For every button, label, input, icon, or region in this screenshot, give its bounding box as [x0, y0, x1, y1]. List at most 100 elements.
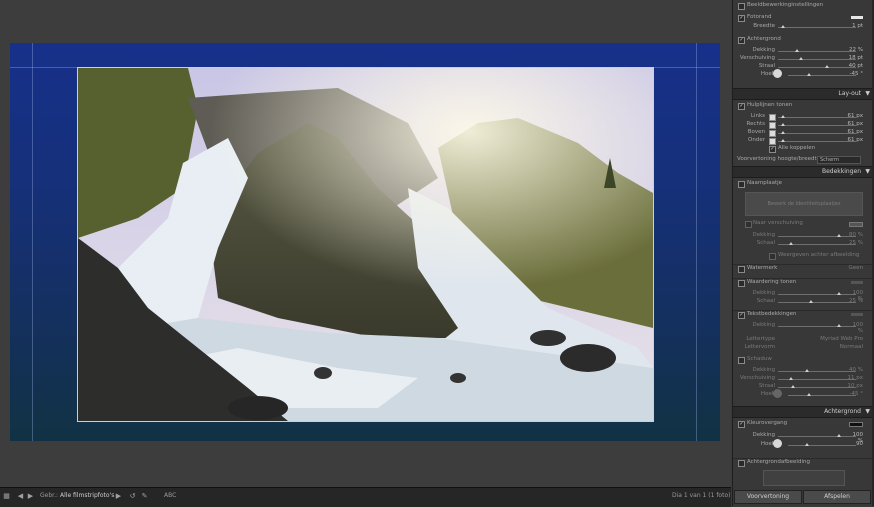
link-checkbox[interactable] — [769, 122, 776, 129]
checkbox[interactable] — [738, 280, 745, 287]
slider-track[interactable] — [778, 141, 856, 142]
face-row[interactable]: Lettervorm Normaal — [733, 344, 873, 352]
slider-track[interactable] — [778, 236, 856, 237]
slider-knob[interactable] — [805, 443, 809, 446]
slider-track[interactable] — [778, 27, 856, 28]
checkbox[interactable]: ✓ — [769, 146, 776, 153]
slider-knob[interactable] — [837, 234, 841, 237]
slider-knob[interactable] — [837, 324, 841, 327]
angle-wheel[interactable] — [773, 439, 782, 448]
shadow-row[interactable]: ✓ Achtergrond — [733, 36, 873, 44]
color-swatch[interactable] — [851, 16, 863, 19]
checkbox[interactable] — [738, 181, 745, 188]
preview-button[interactable]: Voorvertoning — [734, 490, 802, 504]
slider-track[interactable] — [778, 51, 856, 52]
previous-icon[interactable]: ◀ — [16, 492, 25, 501]
checkbox[interactable] — [738, 460, 745, 467]
slider-knob[interactable] — [799, 57, 803, 60]
slider-track[interactable] — [788, 395, 856, 396]
rotate-icon[interactable]: ↺ — [128, 492, 137, 501]
slider-track[interactable] — [778, 125, 856, 126]
angle-wheel[interactable] — [773, 389, 782, 398]
checkbox[interactable] — [769, 253, 776, 260]
add-text-icon[interactable]: ✎ — [140, 492, 149, 501]
rating-row[interactable]: Waardering tonen — [733, 278, 873, 287]
slider-knob[interactable] — [781, 139, 785, 142]
collapse-icon[interactable]: ▼ — [865, 168, 870, 175]
collapse-icon[interactable]: ▼ — [865, 408, 870, 415]
slider-knob[interactable] — [805, 369, 809, 372]
show-guides-row[interactable]: ✓ Hulplijnen tonen — [733, 102, 873, 110]
slider-knob[interactable] — [781, 131, 785, 134]
color-swatch[interactable] — [851, 313, 863, 316]
slider-knob[interactable] — [825, 65, 829, 68]
collapse-icon[interactable]: ▼ — [865, 90, 870, 97]
checkbox[interactable] — [745, 221, 752, 228]
play-icon[interactable]: ▶ — [114, 492, 123, 501]
overlays-section-header[interactable]: Bedekkingen ▼ — [733, 166, 873, 178]
checkbox[interactable]: ✓ — [738, 15, 745, 22]
slider-knob[interactable] — [791, 385, 795, 388]
checkbox[interactable] — [738, 357, 745, 364]
watermark-value[interactable]: Geen — [847, 265, 863, 271]
backdrop-section-header[interactable]: Achtergrond ▼ — [733, 406, 873, 418]
slider-knob[interactable] — [809, 300, 813, 303]
slider-track[interactable] — [778, 326, 856, 327]
slider-knob[interactable] — [795, 49, 799, 52]
play-button[interactable]: Afspelen — [803, 490, 871, 504]
font-dropdown[interactable]: Myriad Web Pro — [813, 336, 863, 342]
use-dropdown[interactable]: Alle filmstripfoto's — [60, 492, 114, 499]
color-swatch[interactable] — [849, 422, 863, 427]
slide-photo[interactable] — [77, 67, 654, 422]
link-checkbox[interactable] — [769, 114, 776, 121]
slider-knob[interactable] — [837, 292, 841, 295]
slider-track[interactable] — [778, 133, 856, 134]
font-row[interactable]: Lettertype Myriad Web Pro — [733, 336, 873, 344]
checkbox[interactable]: ✓ — [738, 312, 745, 319]
cast-shadow-row[interactable]: Beeldbewerkinginstellingen — [733, 2, 873, 10]
slider-track[interactable] — [778, 387, 856, 388]
identity-plate-row[interactable]: Naamplaatje — [733, 180, 873, 188]
slider-track[interactable] — [778, 117, 856, 118]
slider-knob[interactable] — [837, 434, 841, 437]
color-swatch[interactable] — [851, 281, 863, 284]
text-overlays-row[interactable]: ✓ Tekstbedekkingen — [733, 310, 873, 319]
slider-knob[interactable] — [789, 377, 793, 380]
link-checkbox[interactable] — [769, 130, 776, 137]
checkbox[interactable]: ✓ — [738, 37, 745, 44]
layout-section-header[interactable]: Lay-out ▼ — [733, 88, 873, 100]
angle-wheel[interactable] — [773, 69, 782, 78]
slider-track[interactable] — [778, 302, 856, 303]
slider-knob[interactable] — [781, 25, 785, 28]
identity-plate-preview[interactable]: Bewerk de Identiteitsplaatjes — [745, 192, 863, 216]
slider-knob[interactable] — [807, 73, 811, 76]
slider-knob[interactable] — [781, 115, 785, 118]
render-behind-row[interactable]: Weergeven achter afbeelding — [733, 252, 873, 260]
checkbox[interactable]: ✓ — [738, 421, 745, 428]
color-swatch[interactable] — [849, 222, 863, 227]
slider-knob[interactable] — [807, 393, 811, 396]
link-all-row[interactable]: ✓ Alle koppelen — [733, 145, 873, 153]
slider-knob[interactable] — [789, 242, 793, 245]
slider-track[interactable] — [778, 67, 856, 68]
stroke-border-row[interactable]: ✓ Fotorand — [733, 14, 873, 22]
slider-track[interactable] — [788, 75, 856, 76]
checkbox[interactable]: ✓ — [738, 103, 745, 110]
slider-track[interactable] — [778, 371, 856, 372]
slider-track[interactable] — [778, 59, 856, 60]
checkbox[interactable] — [738, 3, 745, 10]
aspect-ratio-row[interactable]: Voorvertoning hoogte/breedte Scherm — [733, 156, 873, 164]
next-icon[interactable]: ▶ — [26, 492, 35, 501]
checkbox[interactable] — [738, 266, 745, 273]
identity-offset-row[interactable]: Naar verschuiving — [733, 220, 873, 228]
grid-view-icon[interactable]: ▦ — [2, 492, 11, 501]
slider-track[interactable] — [778, 294, 856, 295]
slider-track[interactable] — [788, 445, 856, 446]
abc-text-button[interactable]: ABC — [164, 492, 176, 499]
width-slider-row[interactable]: Breedte 1 pt — [733, 23, 873, 31]
background-image-well[interactable] — [763, 470, 845, 486]
link-checkbox[interactable] — [769, 138, 776, 145]
text-shadow-row[interactable]: Schaduw — [733, 356, 873, 364]
slider-knob[interactable] — [781, 123, 785, 126]
color-wash-row[interactable]: ✓ Kleurovergang — [733, 420, 873, 428]
